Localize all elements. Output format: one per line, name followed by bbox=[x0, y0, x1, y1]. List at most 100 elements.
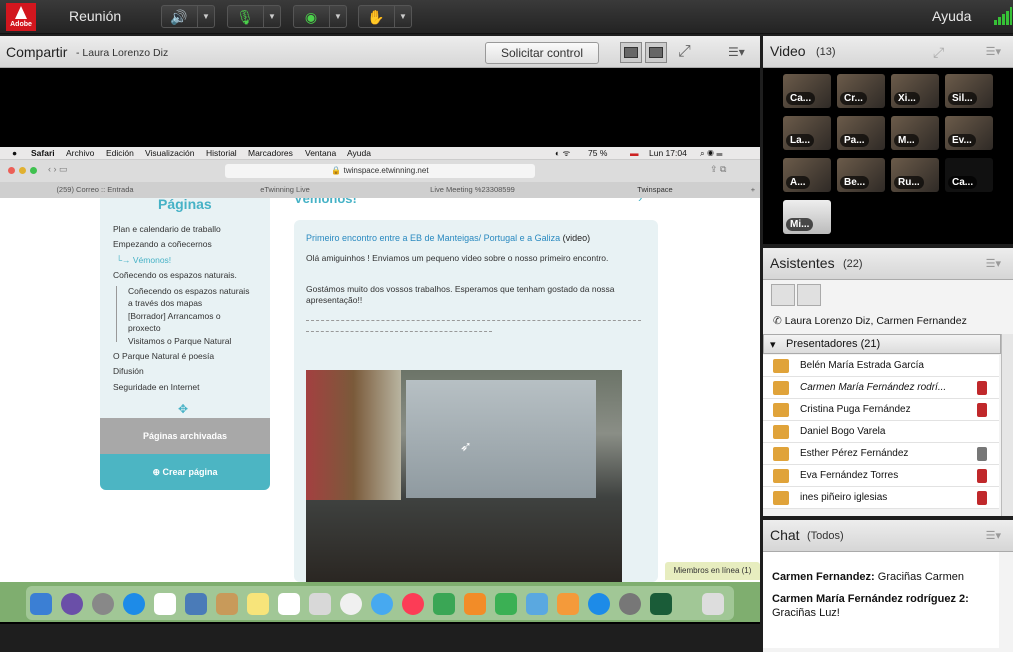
attendee-row[interactable]: Carmen María Fernández rodrí... bbox=[763, 377, 999, 399]
list-view-icon[interactable] bbox=[771, 284, 795, 306]
attendee-row[interactable]: Esther Pérez Fernández bbox=[763, 443, 999, 465]
tab-correo[interactable]: (259) Correo :: Entrada bbox=[0, 185, 190, 194]
nav-espazos[interactable]: Coñecendo os espazos naturais. bbox=[113, 270, 237, 280]
app-store-icon[interactable] bbox=[588, 593, 610, 615]
photos-icon[interactable] bbox=[340, 593, 362, 615]
reminders-icon[interactable] bbox=[278, 593, 300, 615]
video-tile[interactable]: Ru... bbox=[891, 158, 939, 192]
pod-menu-icon[interactable]: ☰▾ bbox=[986, 45, 1001, 58]
address-bar[interactable]: 🔒 twinspace.etwinning.net bbox=[225, 164, 535, 178]
keynote-icon[interactable] bbox=[526, 593, 548, 615]
siri-icon[interactable] bbox=[61, 593, 83, 615]
connect-app-icon[interactable] bbox=[650, 593, 672, 615]
attendee-row[interactable]: Eva Fernández Torres bbox=[763, 465, 999, 487]
attendees-scrollbar[interactable] bbox=[1001, 334, 1013, 516]
nav-empezando[interactable]: Empezando a coñecernos bbox=[113, 239, 212, 249]
raise-hand-button[interactable]: ✋ ▼ bbox=[358, 5, 412, 28]
speaker-button[interactable]: 🔊 ▼ bbox=[161, 5, 215, 28]
nav-borrador-1[interactable]: [Borrador] Arrancamos o bbox=[128, 311, 221, 321]
attendee-row[interactable]: Cristina Puga Fernández bbox=[763, 399, 999, 421]
chevron-right-icon[interactable]: › bbox=[638, 198, 642, 205]
attendee-row[interactable]: Belén María Estrada García bbox=[763, 355, 999, 377]
contacts-icon[interactable] bbox=[216, 593, 238, 615]
app-menu[interactable]: Safari bbox=[31, 148, 55, 158]
nav-parque-poesia[interactable]: O Parque Natural é poesía bbox=[113, 351, 214, 361]
books-icon[interactable] bbox=[464, 593, 486, 615]
finder-icon[interactable] bbox=[30, 593, 52, 615]
create-page-button[interactable]: ⊕ Crear página bbox=[100, 454, 270, 490]
fullscreen-icon[interactable]: ⤢ bbox=[678, 43, 696, 61]
spotlight-icon[interactable]: ⌕ ◉ ☰ bbox=[700, 148, 723, 159]
fullscreen-icon[interactable]: ⤢ bbox=[933, 44, 944, 61]
webcam-button[interactable]: ◉ ▼ bbox=[293, 5, 347, 28]
safari-icon[interactable] bbox=[123, 593, 145, 615]
pod-menu-icon[interactable]: ☰▾ bbox=[728, 45, 745, 59]
preview-icon[interactable] bbox=[185, 593, 207, 615]
video-tile[interactable]: Ca... bbox=[783, 74, 831, 108]
chevron-down-icon[interactable]: ▼ bbox=[394, 6, 411, 27]
menu-ventana[interactable]: Ventana bbox=[305, 148, 336, 158]
request-control-button[interactable]: Solicitar control bbox=[485, 42, 599, 64]
collapse-triangle-icon[interactable]: ▾ bbox=[770, 338, 776, 351]
nav-vemonos[interactable]: └→ Vémonos! bbox=[116, 255, 171, 265]
nav-seguridade[interactable]: Seguridade en Internet bbox=[113, 382, 199, 392]
nav-plan[interactable]: Plan e calendario de traballo bbox=[113, 224, 221, 234]
maps-icon[interactable] bbox=[309, 593, 331, 615]
notes-icon[interactable] bbox=[247, 593, 269, 615]
facetime-icon[interactable] bbox=[495, 593, 517, 615]
messages-icon[interactable] bbox=[371, 593, 393, 615]
nav-visitamos[interactable]: Visitamos o Parque Natural bbox=[128, 336, 231, 346]
video-tile[interactable]: Ca... bbox=[945, 158, 993, 192]
video-tile[interactable]: M... bbox=[891, 116, 939, 150]
video-tile[interactable]: Be... bbox=[837, 158, 885, 192]
archived-pages-button[interactable]: Páginas archivadas bbox=[100, 418, 270, 454]
menu-marcadores[interactable]: Marcadores bbox=[248, 148, 293, 158]
video-tile[interactable]: Pa... bbox=[837, 116, 885, 150]
video-tile[interactable]: Sil... bbox=[945, 74, 993, 108]
nav-difusion[interactable]: Difusión bbox=[113, 366, 144, 376]
members-online-tab[interactable]: Miembros en línea (1) bbox=[665, 562, 760, 580]
classroom-video-frame[interactable] bbox=[306, 370, 622, 582]
video-tile[interactable]: Xi... bbox=[891, 74, 939, 108]
attendee-row[interactable]: ines piñeiro iglesias bbox=[763, 487, 999, 509]
video-tile[interactable]: Mi... bbox=[783, 200, 831, 234]
presenters-group-header[interactable]: ▾ Presentadores (21) bbox=[763, 334, 1001, 354]
share-tabs-icons[interactable]: ⇪ ⧉ bbox=[710, 164, 726, 175]
fit-view-button[interactable] bbox=[645, 42, 667, 63]
apple-icon[interactable]: ● bbox=[12, 148, 17, 158]
tab-etwinning-live[interactable]: eTwinning Live bbox=[190, 185, 380, 194]
numbers-icon[interactable] bbox=[433, 593, 455, 615]
status-view-icon[interactable] bbox=[797, 284, 821, 306]
menu-ayuda[interactable]: Ayuda bbox=[347, 148, 371, 158]
help-menu[interactable]: Ayuda bbox=[932, 8, 971, 24]
chevron-down-icon[interactable]: ▼ bbox=[263, 6, 280, 27]
pod-menu-icon[interactable]: ☰▾ bbox=[986, 257, 1001, 270]
system-preferences-icon[interactable] bbox=[619, 593, 641, 615]
video-tile[interactable]: La... bbox=[783, 116, 831, 150]
chevron-down-icon[interactable]: ▼ bbox=[329, 6, 346, 27]
launchpad-icon[interactable] bbox=[92, 593, 114, 615]
music-icon[interactable] bbox=[402, 593, 424, 615]
back-forward-icons[interactable]: ‹ › ▭ bbox=[48, 164, 68, 175]
menu-visualizacion[interactable]: Visualización bbox=[145, 148, 194, 158]
pages-icon[interactable] bbox=[557, 593, 579, 615]
microphone-button[interactable]: 🎙 ▼ bbox=[227, 5, 281, 28]
move-icon[interactable]: ✥ bbox=[178, 402, 188, 416]
nav-borrador-2[interactable]: proxecto bbox=[128, 323, 161, 333]
calendar-icon[interactable] bbox=[154, 593, 176, 615]
nav-espazos-mapas-1[interactable]: Coñecendo os espazos naturais bbox=[128, 286, 249, 296]
nav-espazos-mapas-2[interactable]: a través dos mapas bbox=[128, 298, 202, 308]
new-tab-icon[interactable]: + bbox=[747, 185, 759, 194]
menu-edicion[interactable]: Edición bbox=[106, 148, 134, 158]
meeting-menu[interactable]: Reunión bbox=[69, 8, 121, 24]
video-tile[interactable]: Ev... bbox=[945, 116, 993, 150]
video-tile[interactable]: A... bbox=[783, 158, 831, 192]
chevron-down-icon[interactable]: ▼ bbox=[197, 6, 214, 27]
tab-live-meeting[interactable]: Live Meeting %23308599 bbox=[380, 185, 565, 194]
menu-historial[interactable]: Historial bbox=[206, 148, 237, 158]
attendee-row[interactable]: Daniel Bogo Varela bbox=[763, 421, 999, 443]
tab-twinspace[interactable]: Twinspace bbox=[565, 185, 745, 194]
post-title[interactable]: Primeiro encontro entre a EB de Manteiga… bbox=[306, 233, 560, 243]
trash-icon[interactable] bbox=[702, 593, 724, 615]
video-tile[interactable]: Cr... bbox=[837, 74, 885, 108]
